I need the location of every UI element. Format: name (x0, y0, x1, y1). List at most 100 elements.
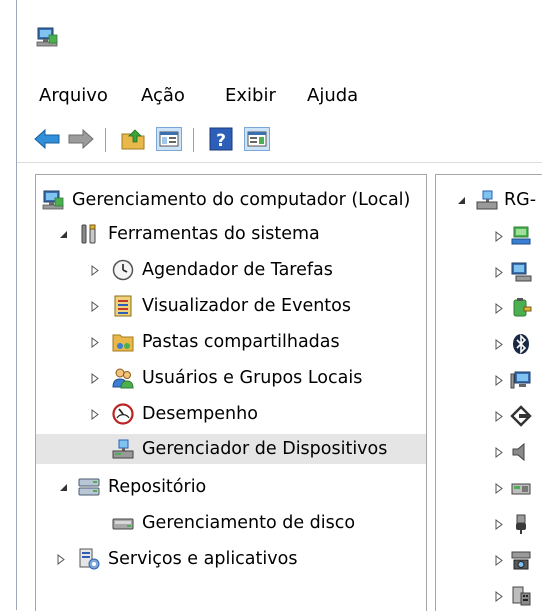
tree-item-label: Repositório (108, 477, 207, 497)
action-pane-icon (244, 127, 270, 151)
console-tree-pane[interactable]: Gerenciamento do computador (Local) Ferr… (35, 174, 427, 611)
tree-item-system-tools[interactable]: Ferramentas do sistema (36, 219, 426, 249)
collapsed-arrow-icon[interactable] (494, 374, 504, 386)
tree-item-label: Serviços e aplicativos (108, 549, 298, 569)
disk-management-icon (112, 518, 134, 530)
title-bar[interactable] (17, 0, 542, 70)
toolbar-separator (193, 128, 194, 152)
device-category-computer[interactable] (436, 365, 542, 395)
expanded-arrow-icon[interactable] (58, 481, 68, 493)
tree-item-label: Gerenciamento do computador (Local) (72, 190, 411, 210)
expanded-arrow-icon[interactable] (456, 194, 466, 206)
menu-bar: Arquivo Ação Exibir Ajuda (17, 78, 542, 114)
show-hide-console-tree-button[interactable] (155, 125, 183, 153)
device-category-batteries[interactable] (436, 293, 542, 323)
forward-arrow-icon (68, 129, 94, 149)
collapsed-arrow-icon[interactable] (494, 266, 504, 278)
help-question-icon: ? (209, 127, 233, 151)
forward-button[interactable] (67, 125, 95, 153)
device-category-imaging[interactable] (436, 545, 542, 575)
bluetooth-icon (513, 334, 529, 354)
collapsed-arrow-icon[interactable] (494, 554, 504, 566)
tree-item-services-applications[interactable]: Serviços e aplicativos (36, 544, 426, 574)
collapsed-arrow-icon[interactable] (494, 482, 504, 494)
device-category-storage-controllers[interactable] (436, 473, 542, 503)
computer-management-icon (42, 190, 64, 210)
tree-item-local-users-groups[interactable]: Usuários e Grupos Locais (36, 363, 426, 393)
device-category-ports[interactable] (436, 401, 542, 431)
tree-item-label: Pastas compartilhadas (142, 332, 340, 352)
storage-icon (78, 478, 100, 496)
device-category-bluetooth[interactable] (436, 329, 542, 359)
tree-item-disk-management[interactable]: Gerenciamento de disco (36, 508, 426, 538)
collapsed-arrow-icon[interactable] (494, 230, 504, 242)
usb-plug-icon (516, 514, 526, 534)
computer-icon (476, 190, 498, 210)
toolbar: ? (17, 118, 542, 163)
show-hide-action-pane-button[interactable] (243, 125, 271, 153)
help-button[interactable]: ? (207, 125, 235, 153)
menu-acao[interactable]: Ação (139, 84, 187, 108)
tree-item-label: Usuários e Grupos Locais (142, 368, 363, 388)
back-arrow-icon (34, 129, 60, 149)
collapsed-arrow-icon[interactable] (494, 446, 504, 458)
collapsed-arrow-icon[interactable] (90, 408, 100, 420)
collapsed-arrow-icon[interactable] (494, 590, 504, 602)
tree-item-label: Desempenho (142, 404, 258, 424)
device-manager-icon (112, 439, 134, 459)
tree-item-storage[interactable]: Repositório (36, 472, 426, 502)
collapsed-arrow-icon[interactable] (494, 338, 504, 350)
port-connector-icon (510, 405, 532, 427)
controller-card-icon (511, 483, 531, 495)
collapsed-arrow-icon[interactable] (494, 410, 504, 422)
device-list-pane[interactable]: RG- (435, 174, 542, 611)
shared-folder-icon (112, 334, 134, 352)
network-adapter-icon (511, 226, 531, 245)
collapsed-arrow-icon[interactable] (494, 302, 504, 314)
up-level-button[interactable] (119, 125, 147, 153)
device-category-network[interactable] (436, 221, 542, 251)
device-root-item[interactable]: RG- (436, 185, 542, 215)
collapsed-arrow-icon[interactable] (494, 518, 504, 530)
tree-item-computer-management[interactable]: Gerenciamento do computador (Local) (36, 185, 426, 215)
tree-item-label: Visualizador de Eventos (142, 296, 351, 316)
menu-ajuda[interactable]: Ajuda (305, 84, 360, 108)
collapsed-arrow-icon[interactable] (90, 336, 100, 348)
console-tree-icon (156, 127, 182, 151)
device-category-audio[interactable] (436, 437, 542, 467)
folder-up-icon (121, 129, 145, 150)
expanded-arrow-icon[interactable] (58, 228, 68, 240)
collapsed-arrow-icon[interactable] (90, 300, 100, 312)
tree-item-performance[interactable]: Desempenho (36, 399, 426, 429)
computer-name-label: RG- (504, 190, 537, 210)
battery-plug-icon (513, 298, 532, 317)
computers-icon (511, 262, 532, 282)
menu-exibir[interactable]: Exibir (223, 84, 278, 108)
device-category-keyboards[interactable] (436, 581, 542, 611)
back-button[interactable] (33, 125, 61, 153)
computer-management-window: Arquivo Ação Exibir Ajuda ? Gerenciament… (16, 0, 542, 611)
toolbar-separator (105, 128, 106, 152)
tree-item-shared-folders[interactable]: Pastas compartilhadas (36, 327, 426, 357)
scanner-camera-icon (511, 551, 531, 570)
tree-item-event-viewer[interactable]: Visualizador de Eventos (36, 291, 426, 321)
collapsed-arrow-icon[interactable] (90, 372, 100, 384)
tree-item-device-manager[interactable]: Gerenciador de Dispositivos (36, 434, 426, 464)
menu-arquivo[interactable]: Arquivo (37, 84, 110, 108)
clock-icon (112, 259, 134, 281)
device-category-monitors[interactable] (436, 257, 542, 287)
tree-item-task-scheduler[interactable]: Agendador de Tarefas (36, 255, 426, 285)
performance-gauge-icon (112, 403, 134, 425)
users-group-icon (112, 368, 134, 389)
tools-icon (81, 224, 96, 244)
monitor-icon (510, 371, 531, 389)
tree-item-label: Gerenciamento de disco (142, 513, 356, 533)
collapsed-arrow-icon[interactable] (56, 553, 66, 565)
svg-text:?: ? (216, 131, 226, 151)
services-applications-icon (79, 548, 100, 570)
device-category-usb[interactable] (436, 509, 542, 539)
collapsed-arrow-icon[interactable] (90, 264, 100, 276)
computer-management-app-icon[interactable] (35, 26, 59, 48)
speaker-icon (512, 442, 525, 462)
tree-item-label: Agendador de Tarefas (142, 260, 333, 280)
